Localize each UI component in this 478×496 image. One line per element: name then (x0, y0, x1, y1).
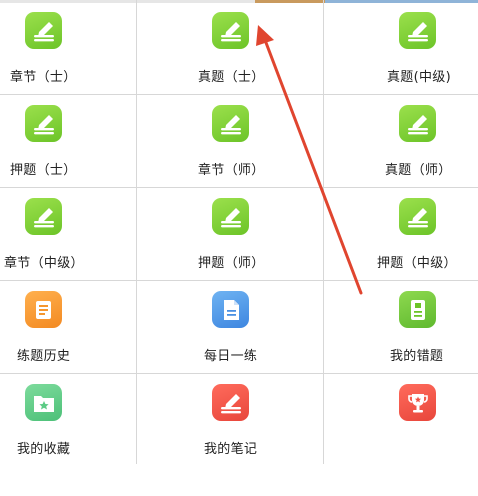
grid-item-daily-practice[interactable]: 每日一练 (137, 282, 324, 374)
grid-item-label: 我的收藏 (17, 442, 71, 457)
grid-item-label: 章节（师） (198, 163, 265, 178)
grid-item-label: 我的笔记 (204, 442, 258, 457)
grid-item-predict-shi[interactable]: 押题（士） (0, 96, 137, 188)
grid-item-label: 押题（中级） (377, 256, 457, 271)
grid-item-real-exam-mid[interactable]: 真题(中级) (324, 3, 478, 95)
divider (0, 94, 478, 95)
grid-item-practice-history[interactable]: 练题历史 (0, 282, 137, 374)
pencil-icon (212, 198, 249, 235)
grid-item-label: 真题(中级) (387, 70, 451, 85)
trophy-icon (399, 384, 436, 421)
grid-item-my-notes[interactable]: 我的笔记 (137, 375, 324, 467)
notebook-icon (399, 291, 436, 328)
divider (0, 187, 478, 188)
document-icon (212, 291, 249, 328)
pencil-icon (399, 105, 436, 142)
pencil-icon (212, 105, 249, 142)
grid-item-label: 真题（师） (385, 163, 452, 178)
grid-item-predict-mid[interactable]: 押题（中级） (324, 189, 478, 281)
grid-item-chapter-mid[interactable]: 章节（中级） (0, 189, 137, 281)
pencil-icon (399, 198, 436, 235)
pencil-icon (25, 12, 62, 49)
divider (136, 0, 137, 464)
grid-item-label: 押题（师） (198, 256, 265, 271)
grid-item-label: 真题（士） (198, 70, 265, 85)
grid-item-label: 练题历史 (17, 349, 71, 364)
grid-item-real-exam-shi2[interactable]: 真题（师） (324, 96, 478, 188)
grid-item-chapter-shi[interactable]: 章节（士） (0, 3, 137, 95)
grid-item-label: 章节（士） (10, 70, 77, 85)
grid-item-my-mistakes[interactable]: 我的错题 (324, 282, 478, 374)
pencil-icon (25, 105, 62, 142)
pencil-icon (25, 198, 62, 235)
book-icon (25, 291, 62, 328)
divider (0, 373, 478, 374)
pencil-icon (212, 384, 249, 421)
grid-item-ranking[interactable] (324, 375, 478, 467)
pencil-icon (212, 12, 249, 49)
divider (0, 280, 478, 281)
grid-item-label: 押题（士） (10, 163, 77, 178)
divider (323, 0, 324, 464)
grid-item-label: 每日一练 (204, 349, 258, 364)
pencil-icon (399, 12, 436, 49)
grid-item-label: 我的错题 (390, 349, 444, 364)
star-folder-icon (25, 384, 62, 421)
grid-item-real-exam-shi[interactable]: 真题（士） (137, 3, 324, 95)
grid-item-label: 章节（中级） (4, 256, 84, 271)
grid-item-predict-shi2[interactable]: 押题（师） (137, 189, 324, 281)
grid-item-chapter-shi2[interactable]: 章节（师） (137, 96, 324, 188)
menu-grid: 章节（士） 真题（士） 真题(中级) 押题（士） 章节（师） 真题（师） 章节（… (0, 0, 478, 464)
grid-item-my-favorites[interactable]: 我的收藏 (0, 375, 137, 467)
